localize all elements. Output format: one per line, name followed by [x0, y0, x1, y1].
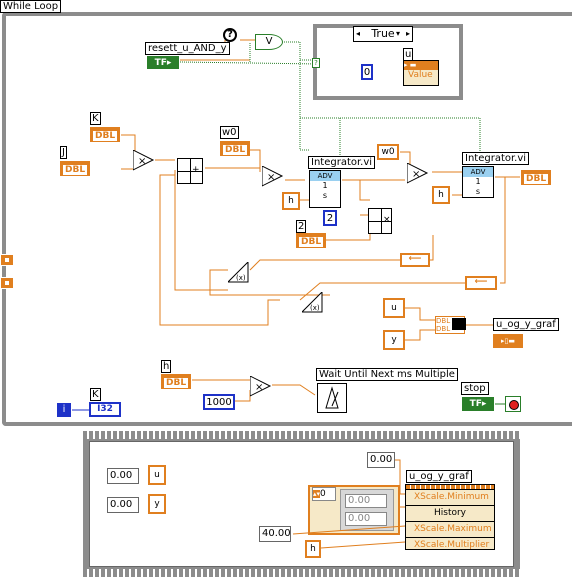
sequence-wires [292, 459, 406, 549]
